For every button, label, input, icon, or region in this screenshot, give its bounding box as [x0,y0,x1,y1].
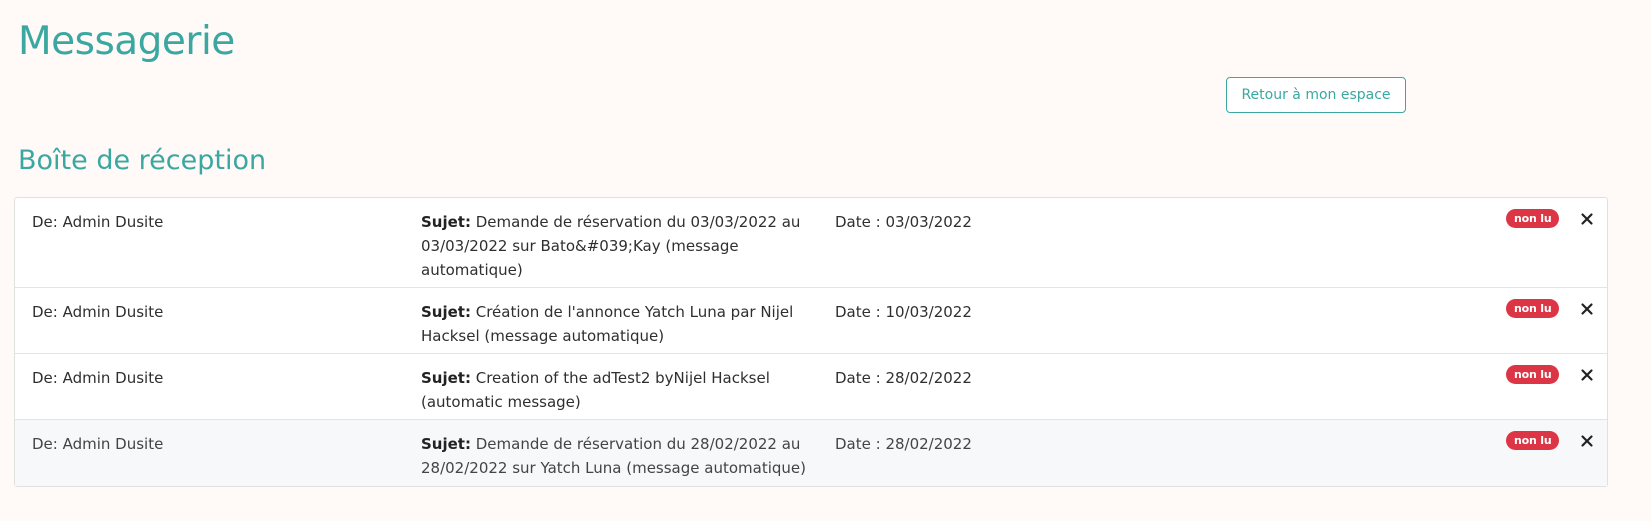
delete-message-button[interactable] [1576,298,1598,320]
close-icon [1581,369,1593,381]
message-sender: De: Admin Dusite [32,435,164,453]
message-subject-text: Demande de réservation du 28/02/2022 au … [421,435,806,477]
message-date: Date : 28/02/2022 [835,369,972,387]
inbox-message-list: De: Admin Dusite Sujet: Demande de réser… [14,197,1608,487]
close-icon [1581,213,1593,225]
message-sender: De: Admin Dusite [32,303,164,321]
subject-label: Sujet: [421,303,471,321]
delete-message-button[interactable] [1576,208,1598,230]
delete-message-button[interactable] [1576,430,1598,452]
message-date: Date : 28/02/2022 [835,435,972,453]
message-row[interactable]: De: Admin Dusite Sujet: Creation of the … [15,354,1607,420]
subject-label: Sujet: [421,213,471,231]
message-row[interactable]: De: Admin Dusite Sujet: Création de l'an… [15,288,1607,354]
message-subject-text: Création de l'annonce Yatch Luna par Nij… [421,303,794,345]
unread-badge: non lu [1506,365,1560,384]
message-date: Date : 10/03/2022 [835,303,972,321]
message-row[interactable]: De: Admin Dusite Sujet: Demande de réser… [15,198,1607,288]
message-date: Date : 03/03/2022 [835,213,972,231]
message-subject: Sujet: Creation of the adTest2 byNijel H… [421,366,811,414]
close-icon [1581,435,1593,447]
messaging-page: Messagerie Retour à mon espace Boîte de … [0,0,1651,521]
message-subject: Sujet: Création de l'annonce Yatch Luna … [421,300,811,348]
inbox-title: Boîte de réception [18,145,267,176]
unread-badge: non lu [1506,299,1560,318]
close-icon [1581,303,1593,315]
message-row[interactable]: De: Admin Dusite Sujet: Demande de réser… [15,420,1607,486]
back-to-my-space-button[interactable]: Retour à mon espace [1226,77,1406,113]
message-subject-text: Demande de réservation du 03/03/2022 au … [421,213,801,279]
message-subject: Sujet: Demande de réservation du 03/03/2… [421,210,811,282]
message-subject-text: Creation of the adTest2 byNijel Hacksel … [421,369,770,411]
unread-badge: non lu [1506,431,1560,450]
subject-label: Sujet: [421,369,471,387]
message-subject: Sujet: Demande de réservation du 28/02/2… [421,432,811,480]
unread-badge: non lu [1506,209,1560,228]
subject-label: Sujet: [421,435,471,453]
delete-message-button[interactable] [1576,364,1598,386]
message-sender: De: Admin Dusite [32,369,164,387]
page-title: Messagerie [18,19,235,64]
message-sender: De: Admin Dusite [32,213,164,231]
